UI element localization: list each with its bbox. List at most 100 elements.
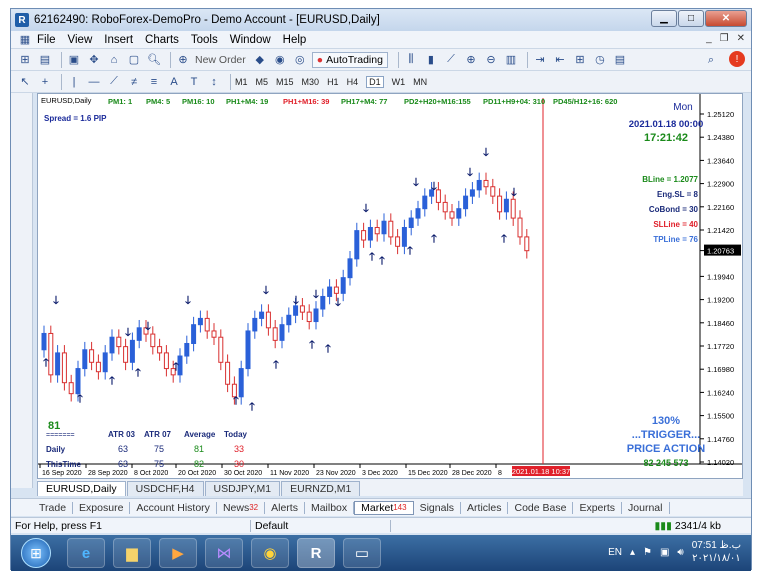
horizontal-line-icon[interactable]: — [86,74,102,90]
network-icon[interactable]: ▣ [660,547,669,558]
explorer-icon[interactable]: ▆ [113,538,151,568]
terminal-tab-mailbox[interactable]: Mailbox [305,501,355,514]
cursor-icon[interactable]: ↖ [17,74,33,90]
metatrader-icon[interactable]: R [297,538,335,568]
menu-insert[interactable]: Insert [104,34,133,46]
tf-m1[interactable]: M1 [235,77,248,87]
clock[interactable]: 07:51 ب.ظ ۲۰۲۱/۱۸/۰۱ [692,539,741,565]
flag-icon[interactable]: ⚑ [643,547,652,558]
profiles-icon[interactable]: ▤ [37,52,53,68]
tf-m30[interactable]: M30 [302,77,320,87]
menu-window[interactable]: Window [230,34,271,46]
chart-tab-eurusd[interactable]: EURUSD,Daily [37,481,126,496]
metaeditor-icon[interactable]: ◆ [252,52,268,68]
text-label-icon[interactable]: T [186,74,202,90]
candle-body [245,330,251,370]
close-button[interactable]: ✕ [705,10,747,27]
line-chart-icon[interactable]: ⟋ [443,52,459,68]
terminal-tab-signals[interactable]: Signals [414,501,462,514]
signals-icon[interactable]: ◉ [272,52,288,68]
text-icon[interactable]: A [166,74,182,90]
candle-body [361,230,367,241]
chart-shift-icon[interactable]: ⇤ [552,52,568,68]
menu-view[interactable]: View [68,34,93,46]
window-switcher-icon[interactable]: ▭ [343,538,381,568]
templates-icon[interactable]: ▤ [612,52,628,68]
new-order-button[interactable]: New Order [195,54,246,66]
menu-file[interactable]: File [37,34,56,46]
terminal-tab-trade[interactable]: Trade [33,501,74,514]
terminal-tab-experts[interactable]: Experts [573,501,623,514]
arrows-icon[interactable]: ↕ [206,74,222,90]
minimize-button[interactable]: ▁ [651,10,677,27]
candlestick-icon[interactable]: ▮ [423,52,439,68]
tray-arrow-icon[interactable]: ▴ [630,547,635,558]
tf-h4[interactable]: H4 [347,77,359,87]
candle-body [136,327,142,341]
trendline-icon[interactable]: ⟋ [106,74,122,90]
tf-h1[interactable]: H1 [327,77,339,87]
chart-tab-usdchf[interactable]: USDCHF,H4 [126,481,204,496]
crosshair-icon[interactable]: + [37,74,53,90]
terminal-icon[interactable]: ▢ [126,52,142,68]
bar-chart-icon[interactable]: ⫼ [403,52,419,68]
terminal-tab-news[interactable]: News 32 [217,501,266,514]
zoom-out-icon[interactable]: ⊖ [483,52,499,68]
vertical-line-icon[interactable]: | [66,74,82,90]
indicators-icon[interactable]: ⊞ [572,52,588,68]
menu-tools[interactable]: Tools [191,34,218,46]
terminal-tab-articles[interactable]: Articles [461,501,509,514]
new-order-icon[interactable]: ⊕ [175,52,191,68]
tf-mn[interactable]: MN [413,77,427,87]
chrome-icon[interactable]: ◉ [251,538,289,568]
menu-charts[interactable]: Charts [145,34,179,46]
auto-scroll-icon[interactable]: ⇥ [532,52,548,68]
autotrading-button[interactable]: ● AutoTrading [311,51,388,68]
volume-icon[interactable]: 🔊︎ [677,547,683,558]
terminal-tab-account-history[interactable]: Account History [130,501,217,514]
periods-icon[interactable]: ◷ [592,52,608,68]
tf-m15[interactable]: M15 [276,77,294,87]
terminal-tab-alerts[interactable]: Alerts [265,501,305,514]
market-watch-icon[interactable]: ▣ [66,52,82,68]
notification-icon[interactable]: ! [729,51,745,67]
child-minimize-icon[interactable]: _ [706,33,712,44]
visual-studio-icon[interactable]: ⋈ [205,538,243,568]
chart-tab-eurnzd[interactable]: EURNZD,M1 [281,481,361,496]
terminal-tab-exposure[interactable]: Exposure [73,501,131,514]
tester-icon[interactable]: 🔍︎ [146,52,162,68]
equidistant-channel-icon[interactable]: ≠ [126,74,142,90]
menu-help[interactable]: Help [283,34,307,46]
language-indicator[interactable]: EN [608,547,622,558]
chart-window[interactable]: 🡓 🡓 🡓 🡓 🡓 🡓 🡓 🡓 🡓 🡓 🡓 🡓 🡓 🡓 🡑 🡑 🡑 🡑 🡑 🡑 🡑 🡑 🡑 🡑 🡑 🡑 🡑 🡑 🡑 EURUSD,Dai… [37,93,743,479]
navigator-icon[interactable]: ⌂ [106,52,122,68]
top-label: PH1+M4: 19 [226,97,268,106]
terminal-tab-market[interactable]: Market 143 [354,500,414,515]
candle-body [75,368,81,395]
candle-body [510,198,516,219]
child-close-icon[interactable]: ✕ [737,33,745,44]
spread-label: Spread = 1.6 PIP [44,114,107,123]
tf-m5[interactable]: M5 [256,77,269,87]
terminal-tab-code-base[interactable]: Code Base [508,501,574,514]
child-restore-icon[interactable]: ❐ [720,33,729,44]
tf-w1[interactable]: W1 [392,77,406,87]
maximize-button[interactable]: □ [678,10,704,27]
candle-body [259,311,265,319]
price-chart[interactable]: 🡓 🡓 🡓 🡓 🡓 🡓 🡓 🡓 🡓 🡓 🡓 🡓 🡓 🡓 🡑 🡑 🡑 🡑 🡑 🡑 🡑 🡑 🡑 🡑 🡑 🡑 🡑 🡑 🡑 EURUSD,Dai… [38,94,742,478]
data-window-icon[interactable]: ✥ [86,52,102,68]
navigator-collapsed-panel[interactable] [11,93,33,488]
tile-windows-icon[interactable]: ▥ [503,52,519,68]
zoom-in-icon[interactable]: ⊕ [463,52,479,68]
media-player-icon[interactable]: ▶ [159,538,197,568]
chart-tab-usdjpy[interactable]: USDJPY,M1 [204,481,281,496]
search-icon[interactable]: ⌕ [703,52,719,68]
down-arrow-icon: 🡓 [313,289,319,301]
terminal-tab-journal[interactable]: Journal [622,501,670,514]
new-chart-icon[interactable]: ⊞ [17,52,33,68]
fibonacci-icon[interactable]: ≡ [146,74,162,90]
ie-icon[interactable]: e [67,538,105,568]
tf-d1[interactable]: D1 [366,75,384,88]
radio-icon[interactable]: ◎ [292,52,308,68]
start-button[interactable]: ⊞ [21,538,51,568]
